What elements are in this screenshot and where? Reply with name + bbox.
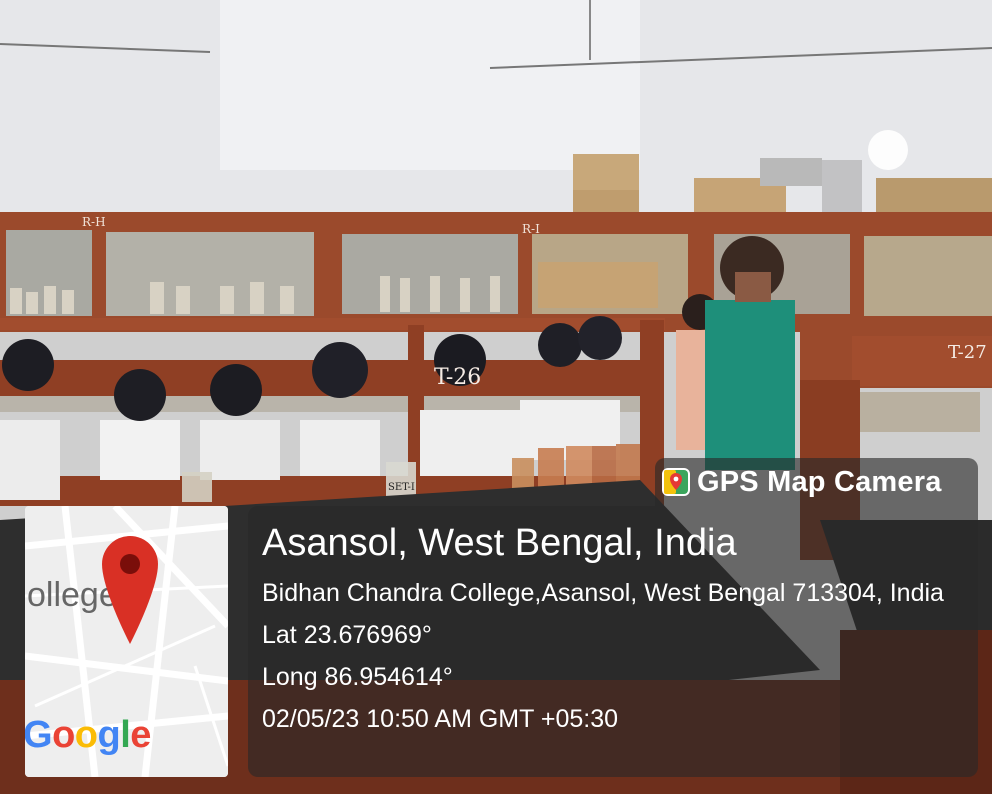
bottle-label-set: SET-I	[388, 482, 415, 493]
gps-map-camera-icon	[662, 468, 690, 496]
datetime-text: 02/05/23 10:50 AM GMT +05:30	[262, 705, 619, 733]
gps-camera-header: GPS Map Camera	[655, 458, 978, 506]
longitude-text: Long 86.954614°	[262, 663, 453, 691]
app-title: GPS Map Camera	[697, 465, 942, 498]
shelf-label-rh: R-H	[82, 215, 106, 229]
city-title: Asansol, West Bengal, India	[262, 522, 737, 564]
lab-photo: R-H R-I T-26 T-27 SET-I GPS Map Camera o…	[0, 0, 992, 794]
google-logo: Google	[25, 714, 151, 756]
map-thumbnail: ollege Google	[25, 506, 228, 777]
table-label-t26: T-26	[434, 365, 481, 390]
shelf-label-ri: R-I	[522, 222, 540, 236]
address-text: Bidhan Chandra College,Asansol, West Ben…	[262, 579, 944, 607]
latitude-text: Lat 23.676969°	[262, 621, 432, 649]
location-info-panel: Asansol, West Bengal, India Bidhan Chand…	[248, 506, 978, 777]
location-pin-icon	[102, 536, 158, 644]
table-label-t27: T-27	[948, 342, 987, 363]
